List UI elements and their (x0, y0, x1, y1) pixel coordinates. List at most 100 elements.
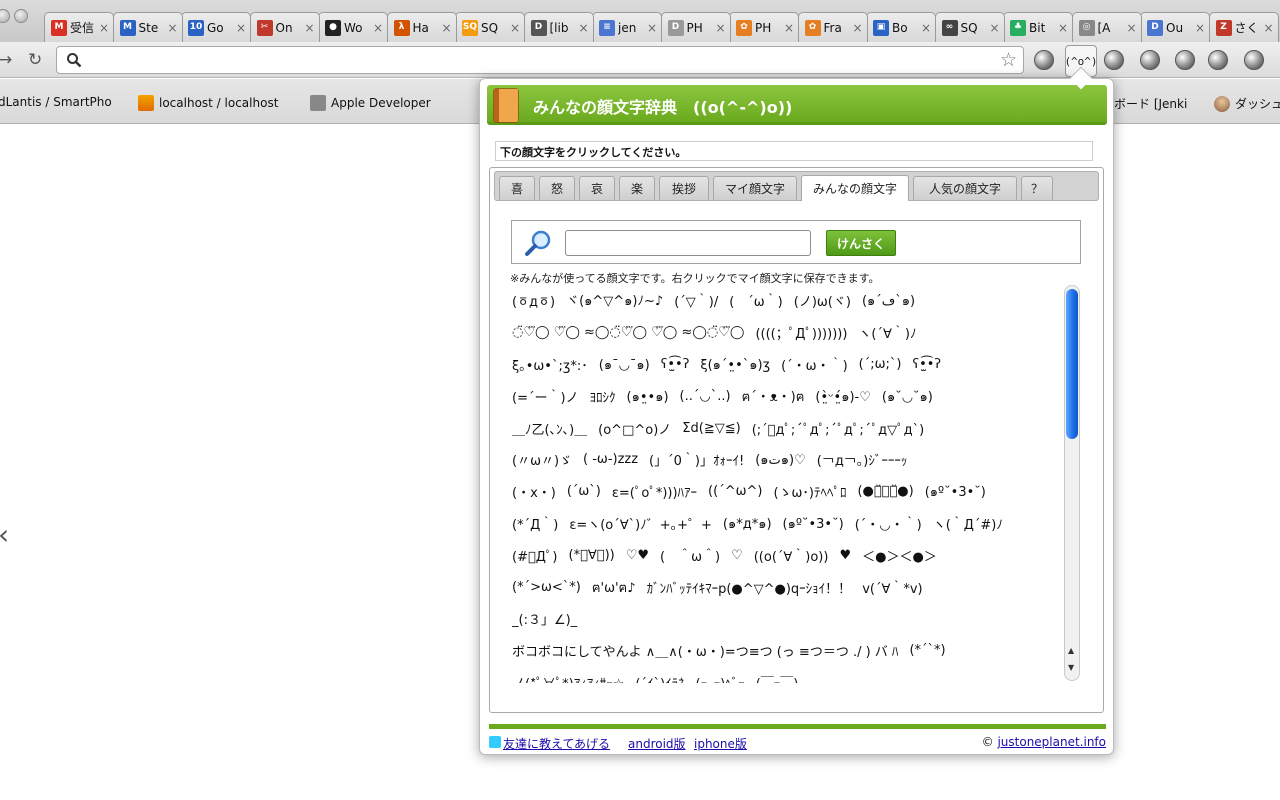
close-icon[interactable]: × (441, 21, 451, 35)
close-icon[interactable]: × (304, 21, 314, 35)
kaomoji-item[interactable]: Σd(≧▽≦) (682, 421, 740, 436)
kaomoji-item[interactable]: (o^□^o)ノ (598, 419, 671, 438)
kaomoji-item[interactable]: ((´^ω^) (708, 484, 762, 499)
browser-tab[interactable]: ▣ Bo × (866, 12, 936, 42)
close-icon[interactable]: × (989, 21, 999, 35)
kaomoji-item[interactable]: ξ｡•ω•`;ʒ*:･ (512, 355, 588, 374)
omnibox[interactable]: ☆ (56, 46, 1024, 74)
kaomoji-item[interactable]: (ｰ_ｰ)ﾍﾞｰ (696, 673, 745, 683)
extension-icon[interactable] (1104, 50, 1124, 70)
kaomoji-item[interactable]: (￣ｰ￣) (756, 673, 799, 683)
kaomoji-item[interactable]: (๑ت๑)♡ (755, 449, 806, 470)
scroll-down-icon[interactable]: ▼ (1068, 663, 1074, 672)
kaomoji-item[interactable]: (ㆆдㆆ) (512, 291, 555, 310)
kaomoji-item[interactable]: (๑º˘•3•˘) (925, 481, 986, 502)
kaomoji-item[interactable]: v(´∀｀*v) (862, 578, 922, 597)
category-tab[interactable]: みんなの顔文字 (801, 175, 909, 201)
kaomoji-item[interactable]: ( ＾ω＾) (660, 546, 720, 565)
kaomoji-item[interactable]: (´ω`) (567, 484, 601, 499)
browser-tab[interactable]: ♣ Bit × (1003, 12, 1073, 42)
close-icon[interactable]: × (921, 21, 931, 35)
search-button[interactable]: けんさく (826, 230, 896, 256)
kaomoji-item[interactable]: (*´Д｀) (512, 514, 558, 533)
close-icon[interactable]: × (99, 21, 109, 35)
kaomoji-item[interactable]: (´・◡・｀) (855, 514, 922, 533)
kaomoji-item[interactable]: _(:３」∠)_ (512, 609, 577, 628)
kaomoji-item[interactable]: (๑¯◡¯๑) (599, 354, 650, 375)
kaomoji-item[interactable]: (..´◡`..) (680, 389, 731, 404)
kaomoji-item[interactable]: (๑˘◡˘๑) (882, 386, 933, 407)
close-icon[interactable]: × (510, 21, 520, 35)
kaomoji-item[interactable]: (*´`*) (909, 643, 945, 658)
kaomoji-item[interactable]: ((((；ﾟДﾟ))))))) (755, 323, 847, 342)
bookmark-star-icon[interactable]: ☆ (1000, 49, 1017, 71)
close-icon[interactable]: × (784, 21, 794, 35)
kaomoji-item[interactable]: ＿ﾉ乙(､ﾝ､)＿ (512, 419, 587, 438)
browser-tab[interactable]: D Ou × (1140, 12, 1210, 42)
chevron-left-icon[interactable]: ‹ (0, 518, 9, 551)
kaomoji-item[interactable]: (•̤̀ᵕ•̤́๑)-♡ (815, 386, 870, 407)
browser-tab[interactable]: ≡ jen × (592, 12, 662, 42)
window-button[interactable] (14, 9, 28, 23)
kaomoji-item[interactable]: (#ﾟДﾟ) (512, 546, 558, 565)
extension-icon[interactable] (1140, 50, 1160, 70)
kaomoji-item[interactable]: (*´>ω<`*) (512, 580, 581, 595)
bookmark-item[interactable]: ダッシュ (1214, 95, 1280, 112)
bookmark-item[interactable]: dLantis / SmartPho (0, 95, 112, 109)
kaomoji-item[interactable]: (´;ω;`) (859, 357, 902, 372)
scroll-up-icon[interactable]: ▲ (1068, 646, 1074, 655)
site-link[interactable]: justoneplanet.info (997, 735, 1106, 749)
browser-tab[interactable]: ● Wo × (318, 12, 388, 42)
kaomoji-item[interactable]: (´ｲ`)ｲﾗﾈ (635, 673, 684, 683)
browser-tab[interactable]: M Ste × (112, 12, 183, 42)
close-icon[interactable]: × (373, 21, 383, 35)
category-tab[interactable]: ？ (1021, 176, 1053, 200)
browser-tab[interactable]: 10 Go × (181, 12, 251, 42)
kaomoji-item[interactable]: (´・ω・｀) (781, 355, 848, 374)
category-tab[interactable]: マイ顔文字 (713, 176, 797, 200)
kaomoji-item[interactable]: ヽ(´∀｀)ﾉ (858, 323, 916, 342)
category-tab[interactable]: 楽 (619, 176, 655, 200)
kaomoji-item[interactable]: ( -ω-)zzz (583, 452, 638, 467)
kaomoji-item[interactable]: ◌̈♡⃛◯ ♡⃛◯ ≈◯◌̈♡⃛◯ ♡⃛◯ ≈◯◌̈♡⃛◯ (512, 325, 744, 340)
omnibox-input[interactable] (89, 50, 979, 70)
extension-icon[interactable] (1175, 50, 1195, 70)
tweet-link[interactable]: 友達に教えてあげる (503, 735, 610, 752)
browser-tab[interactable]: D [lib × (523, 12, 594, 42)
close-icon[interactable]: × (578, 21, 588, 35)
kaomoji-item[interactable]: (●・̆⍛・̆●) (857, 484, 913, 499)
browser-tab[interactable]: SQ SQ × (455, 12, 525, 42)
kaomoji-item[interactable]: (๑´ڡ`๑) (862, 290, 915, 311)
kaomoji-search-input[interactable] (565, 230, 811, 256)
kaomoji-item[interactable]: ʕ•̫͡•ʔ (661, 357, 690, 372)
kaomoji-item[interactable]: ʕ•̫͡•ʔ (912, 357, 941, 372)
kaomoji-item[interactable]: ＜●＞＜●＞ (862, 546, 937, 565)
extension-icon[interactable] (1244, 50, 1264, 70)
close-icon[interactable]: × (1126, 21, 1136, 35)
kaomoji-item[interactable]: ε=(ﾟoﾟ*)))ﾊｱｰ (612, 482, 697, 501)
browser-tab[interactable]: D PH × (660, 12, 731, 42)
close-icon[interactable]: × (647, 21, 657, 35)
browser-tab[interactable]: λ Ha × (386, 12, 457, 42)
kaomoji-item[interactable]: (´▽｀)/ (674, 291, 718, 310)
kaomoji-item[interactable]: ฅ´・ᴥ・)ฅ (742, 386, 805, 407)
iphone-link[interactable]: iphone版 (694, 735, 747, 752)
browser-tab[interactable]: ✿ Fra × (797, 12, 868, 42)
bookmark-item[interactable]: localhost / localhost (138, 95, 278, 111)
browser-tab[interactable]: ✿ PH × (729, 12, 799, 42)
kaomoji-item[interactable]: ((o(´∀｀)o)) (754, 546, 829, 565)
close-icon[interactable]: × (236, 21, 246, 35)
browser-tab[interactable]: ∞ SQ × (934, 12, 1005, 42)
category-tab[interactable]: 挨拶 (659, 176, 709, 200)
browser-tab[interactable]: Z さく × (1208, 12, 1279, 42)
scrollbar-thumb[interactable] (1066, 289, 1078, 439)
kaomoji-item[interactable]: (๑*д*๑) (723, 513, 772, 534)
kaomoji-item[interactable]: (*ﾟ∀ﾟ)) (569, 548, 615, 563)
forward-icon[interactable]: → (0, 50, 12, 70)
close-icon[interactable]: × (1195, 21, 1205, 35)
scrollbar[interactable]: ▲ ▼ (1064, 285, 1080, 681)
close-icon[interactable]: × (1263, 21, 1273, 35)
kaomoji-item[interactable]: (￢д￢。)ｼﾞｰｰｰｯ (817, 450, 908, 469)
browser-tab[interactable]: ◎ [A × (1071, 12, 1142, 42)
android-link[interactable]: android版 (628, 735, 686, 752)
